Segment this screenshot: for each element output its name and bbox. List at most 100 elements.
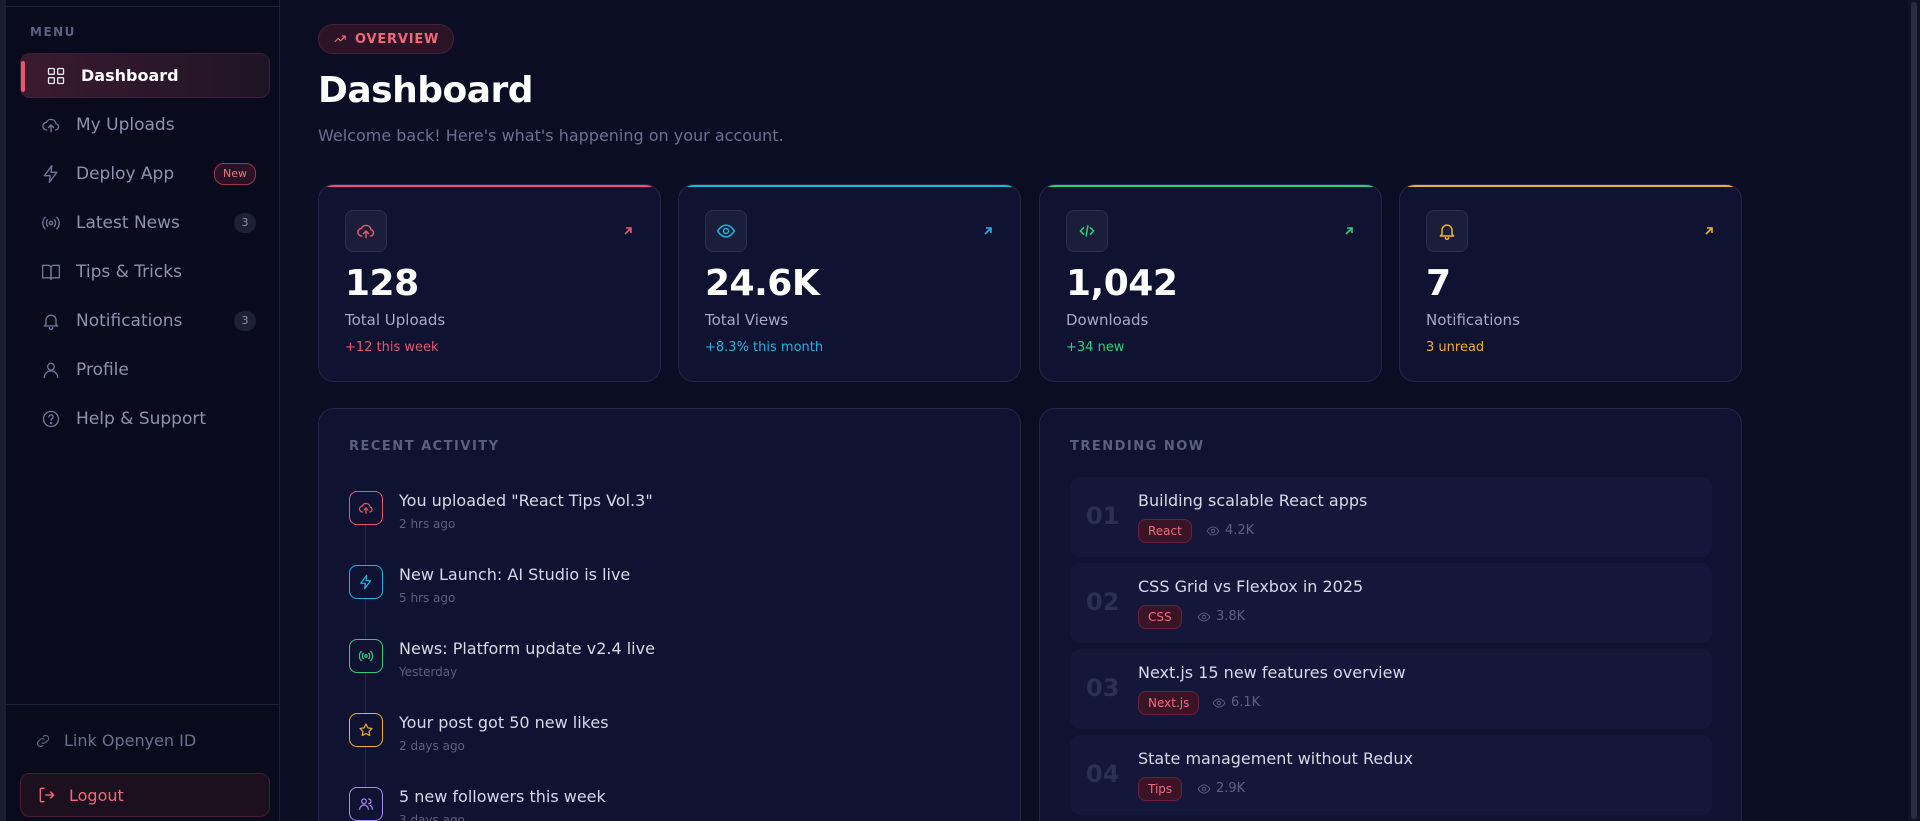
arrow-up-right-icon[interactable] [982, 222, 994, 235]
activity-item[interactable]: Your post got 50 new likes 2 days ago [349, 713, 989, 787]
arrow-up-right-icon[interactable] [622, 222, 634, 235]
eye-icon [705, 210, 747, 252]
stat-card-downloads[interactable]: 1,042 Downloads +34 new [1039, 184, 1382, 382]
logout-button[interactable]: Logout [20, 773, 270, 817]
page-title: Dashboard [318, 70, 534, 111]
sidebar-divider [6, 6, 280, 7]
activity-title: News: Platform update v2.4 live [399, 639, 655, 658]
sidebar-footer: Link Openyen ID Logout [6, 704, 280, 821]
link-openyen-id-label: Link Openyen ID [64, 731, 197, 750]
trending-views: 6.1K [1212, 695, 1260, 710]
activity-item[interactable]: You uploaded "React Tips Vol.3" 2 hrs ag… [349, 491, 989, 565]
overview-pill-label: OVERVIEW [355, 31, 440, 47]
grid-icon [45, 65, 67, 87]
stat-card-uploads[interactable]: 128 Total Uploads +12 this week [318, 184, 661, 382]
trending-title: CSS Grid vs Flexbox in 2025 [1138, 577, 1364, 596]
activity-item[interactable]: New Launch: AI Studio is live 5 hrs ago [349, 565, 989, 639]
eye-icon [1206, 525, 1220, 536]
upload-cloud-icon [345, 210, 387, 252]
sidebar-item-latest-news[interactable]: Latest News 3 [20, 200, 270, 245]
page-subtitle: Welcome back! Here's what's happening on… [318, 126, 784, 145]
trending-rank: 02 [1086, 588, 1120, 616]
arrow-up-right-icon[interactable] [1703, 222, 1715, 235]
lightning-icon [349, 565, 383, 599]
trending-up-icon [334, 35, 346, 43]
trending-views: 4.2K [1206, 523, 1254, 538]
sidebar-item-notifications[interactable]: Notifications 3 [20, 298, 270, 343]
tag-badge[interactable]: React [1138, 519, 1192, 543]
code-icon [1066, 210, 1108, 252]
sidebar-item-help-support[interactable]: Help & Support [20, 396, 270, 441]
count-badge: 3 [234, 212, 256, 233]
stat-card-accent [679, 185, 1020, 187]
sidebar-item-label: My Uploads [76, 114, 175, 135]
trending-item[interactable]: 04 State management without Redux Tips 2… [1070, 735, 1712, 815]
views-count: 4.2K [1225, 523, 1255, 538]
stat-change: 3 unread [1426, 340, 1485, 355]
trending-views: 3.8K [1197, 609, 1245, 624]
bell-icon [1426, 210, 1468, 252]
activity-time: Yesterday [399, 665, 458, 679]
bell-icon [40, 310, 62, 332]
link-openyen-id-button[interactable]: Link Openyen ID [34, 731, 196, 750]
logout-label: Logout [69, 785, 124, 805]
activity-item[interactable]: 5 new followers this week 3 days ago [349, 787, 989, 821]
sidebar-item-label: Profile [76, 359, 129, 380]
sidebar-item-label: Latest News [76, 212, 180, 233]
eye-icon [1212, 697, 1226, 708]
sidebar-item-label: Help & Support [76, 408, 207, 429]
trending-item[interactable]: 02 CSS Grid vs Flexbox in 2025 CSS 3.8K [1070, 563, 1712, 643]
stat-change: +8.3% this month [705, 340, 824, 355]
tag-badge[interactable]: Tips [1138, 777, 1183, 801]
sidebar-item-label: Tips & Tricks [76, 261, 182, 282]
page-scrollbar[interactable] [1908, 0, 1920, 821]
stat-card-accent [1400, 185, 1741, 187]
arrow-up-right-icon[interactable] [1343, 222, 1355, 235]
scrollbar-thumb[interactable] [1911, 2, 1917, 819]
help-icon [40, 408, 62, 430]
views-count: 6.1K [1231, 695, 1261, 710]
trending-list: 01 Building scalable React apps React 4.… [1070, 477, 1712, 821]
sidebar-nav: Dashboard My Uploads Deploy App New Late… [20, 53, 270, 445]
link-icon [36, 734, 50, 747]
tag-badge[interactable]: Next.js [1138, 691, 1200, 715]
upload-cloud-icon [349, 491, 383, 525]
trending-item[interactable]: 01 Building scalable React apps React 4.… [1070, 477, 1712, 557]
stat-card-views[interactable]: 24.6K Total Views +8.3% this month [678, 184, 1021, 382]
sidebar-item-label: Deploy App [76, 163, 175, 184]
sidebar-item-tips-tricks[interactable]: Tips & Tricks [20, 249, 270, 294]
stat-card-notifications[interactable]: 7 Notifications 3 unread [1399, 184, 1742, 382]
logout-icon [39, 787, 55, 803]
count-badge: 3 [234, 310, 256, 331]
sidebar-item-deploy-app[interactable]: Deploy App New [20, 151, 270, 196]
sidebar-item-profile[interactable]: Profile [20, 347, 270, 392]
stat-value: 1,042 [1066, 263, 1178, 304]
trending-item[interactable]: 03 Next.js 15 new features overview Next… [1070, 649, 1712, 729]
eye-icon [1197, 783, 1211, 794]
book-icon [40, 261, 62, 283]
stat-label: Notifications [1426, 311, 1520, 329]
recent-activity-panel: RECENT ACTIVITY You uploaded "React Tips… [318, 408, 1021, 821]
trending-title: Next.js 15 new features overview [1138, 663, 1406, 682]
activity-title: 5 new followers this week [399, 787, 606, 806]
activity-title: Your post got 50 new likes [399, 713, 609, 732]
stat-label: Total Uploads [345, 311, 446, 329]
trending-rank: 04 [1086, 760, 1120, 788]
sidebar-item-dashboard[interactable]: Dashboard [20, 53, 270, 98]
eye-icon [1197, 611, 1211, 622]
star-icon [349, 713, 383, 747]
activity-time: 2 hrs ago [399, 517, 456, 531]
broadcast-icon [40, 212, 62, 234]
views-count: 2.9K [1216, 781, 1246, 796]
activity-item[interactable]: News: Platform update v2.4 live Yesterda… [349, 639, 989, 713]
new-badge: New [214, 162, 256, 185]
tag-badge[interactable]: CSS [1138, 605, 1182, 629]
sidebar-item-my-uploads[interactable]: My Uploads [20, 102, 270, 147]
user-icon [40, 359, 62, 381]
trending-rank: 03 [1086, 674, 1120, 702]
stat-card-accent [1040, 185, 1381, 187]
lightning-icon [40, 163, 62, 185]
activity-time: 3 days ago [399, 813, 465, 821]
activity-list: You uploaded "React Tips Vol.3" 2 hrs ag… [349, 491, 989, 821]
views-count: 3.8K [1216, 609, 1246, 624]
